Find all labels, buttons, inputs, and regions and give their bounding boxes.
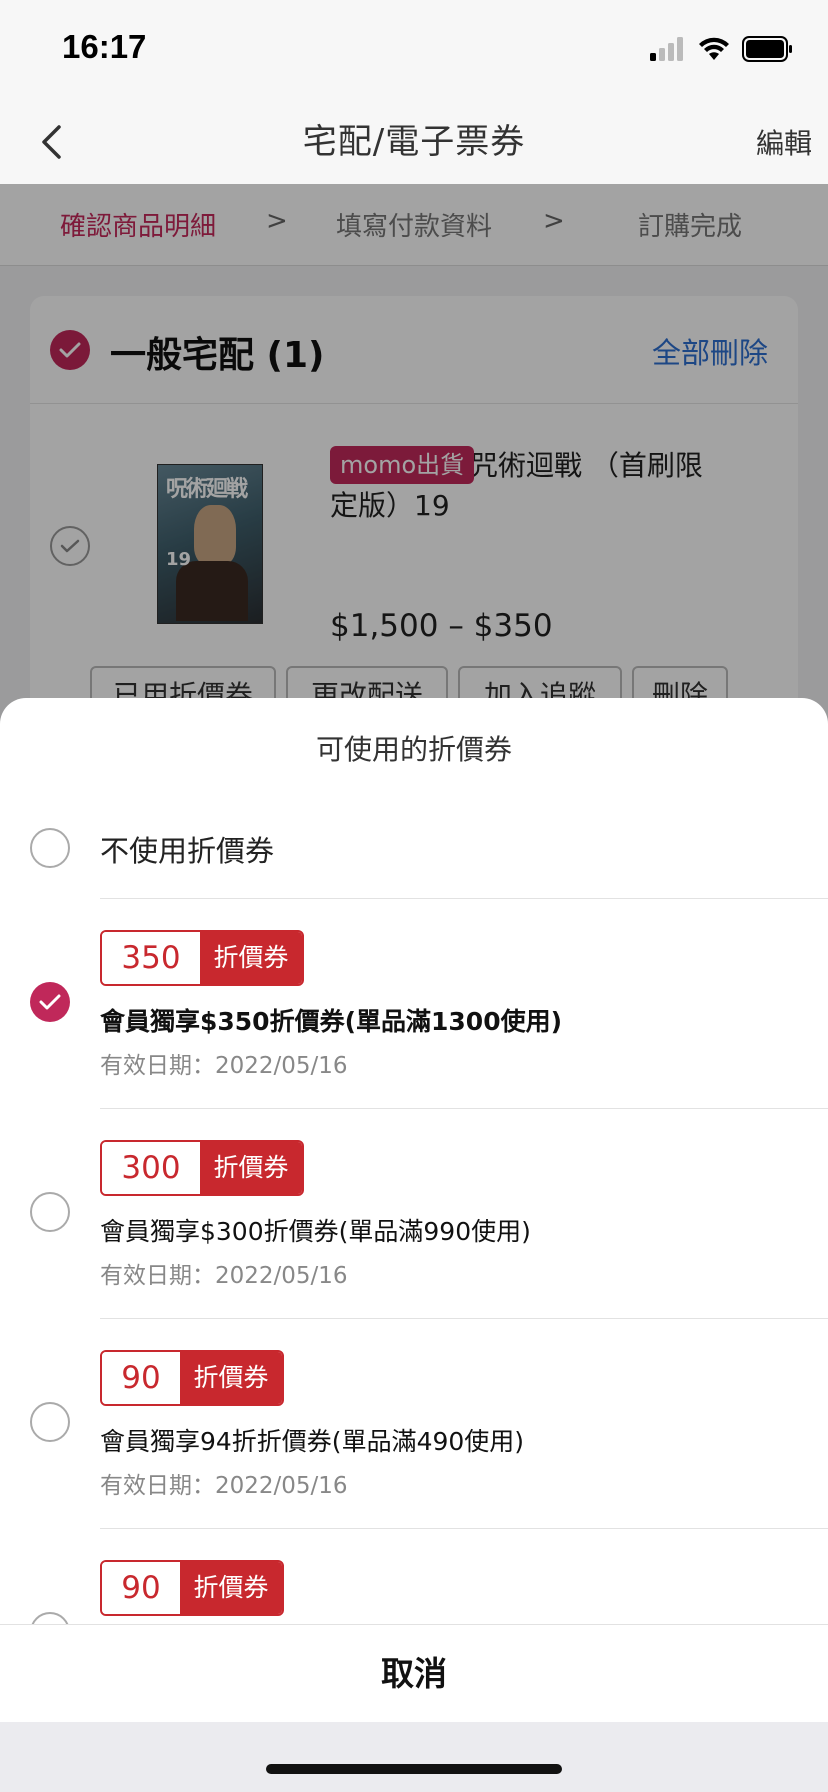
coupon-name: 會員獨享94折折價券(單品滿490使用) xyxy=(100,1427,525,1456)
coupon-amount: 90 xyxy=(102,1562,180,1614)
divider xyxy=(100,1318,828,1319)
no-coupon-label[interactable]: 不使用折價券 xyxy=(100,828,274,870)
coupon-amount: 350 xyxy=(102,932,200,984)
coupon-type: 折價券 xyxy=(200,932,302,984)
status-bar: 16:17 xyxy=(0,0,828,100)
coupon-radio-350[interactable] xyxy=(30,982,70,1022)
battery-icon xyxy=(742,36,792,62)
edit-button[interactable]: 編輯 xyxy=(756,122,812,162)
coupon-radio-300[interactable] xyxy=(30,1192,70,1232)
coupon-type: 折價券 xyxy=(180,1352,282,1404)
home-indicator[interactable] xyxy=(266,1764,562,1774)
sheet-title: 可使用的折價券 xyxy=(315,733,512,766)
coupon-expiry-date: 有效日期：2022/05/16 xyxy=(100,1473,348,1499)
divider xyxy=(100,898,828,899)
home-indicator-area xyxy=(0,1722,828,1792)
checkmark-icon xyxy=(39,994,61,1010)
coupon-name: 會員獨享$300折價券(單品滿990使用) xyxy=(100,1217,531,1246)
coupon-bottom-sheet: 可使用的折價券 不使用折價券 350 折價券 會員獨享$350折價券(單品滿13… xyxy=(0,698,828,1722)
coupon-type: 折價券 xyxy=(200,1142,302,1194)
coupon-expiry-date: 有效日期：2022/05/16 xyxy=(100,1263,348,1289)
coupon-radio-90[interactable] xyxy=(30,1402,70,1442)
cancel-button[interactable]: 取消 xyxy=(0,1624,828,1722)
divider xyxy=(100,1108,828,1109)
coupon-badge: 90 折價券 xyxy=(100,1560,284,1616)
status-icons xyxy=(650,34,794,64)
coupon-expiry-date: 有效日期：2022/05/16 xyxy=(100,1053,348,1079)
page-title: 宅配/電子票券 xyxy=(302,122,526,162)
coupon-badge: 90 折價券 xyxy=(100,1350,284,1406)
coupon-amount: 300 xyxy=(102,1142,200,1194)
divider xyxy=(100,1528,828,1529)
status-time: 16:17 xyxy=(62,28,147,65)
coupon-badge: 350 折價券 xyxy=(100,930,304,986)
coupon-type: 折價券 xyxy=(180,1562,282,1614)
cellular-signal-icon xyxy=(650,37,683,61)
wifi-icon xyxy=(699,37,729,60)
nav-bar: 宅配/電子票券 編輯 xyxy=(0,100,828,184)
coupon-amount: 90 xyxy=(102,1352,180,1404)
coupon-name: 會員獨享$350折價券(單品滿1300使用) xyxy=(100,1007,563,1036)
no-coupon-radio[interactable] xyxy=(30,828,70,868)
coupon-badge: 300 折價券 xyxy=(100,1140,304,1196)
